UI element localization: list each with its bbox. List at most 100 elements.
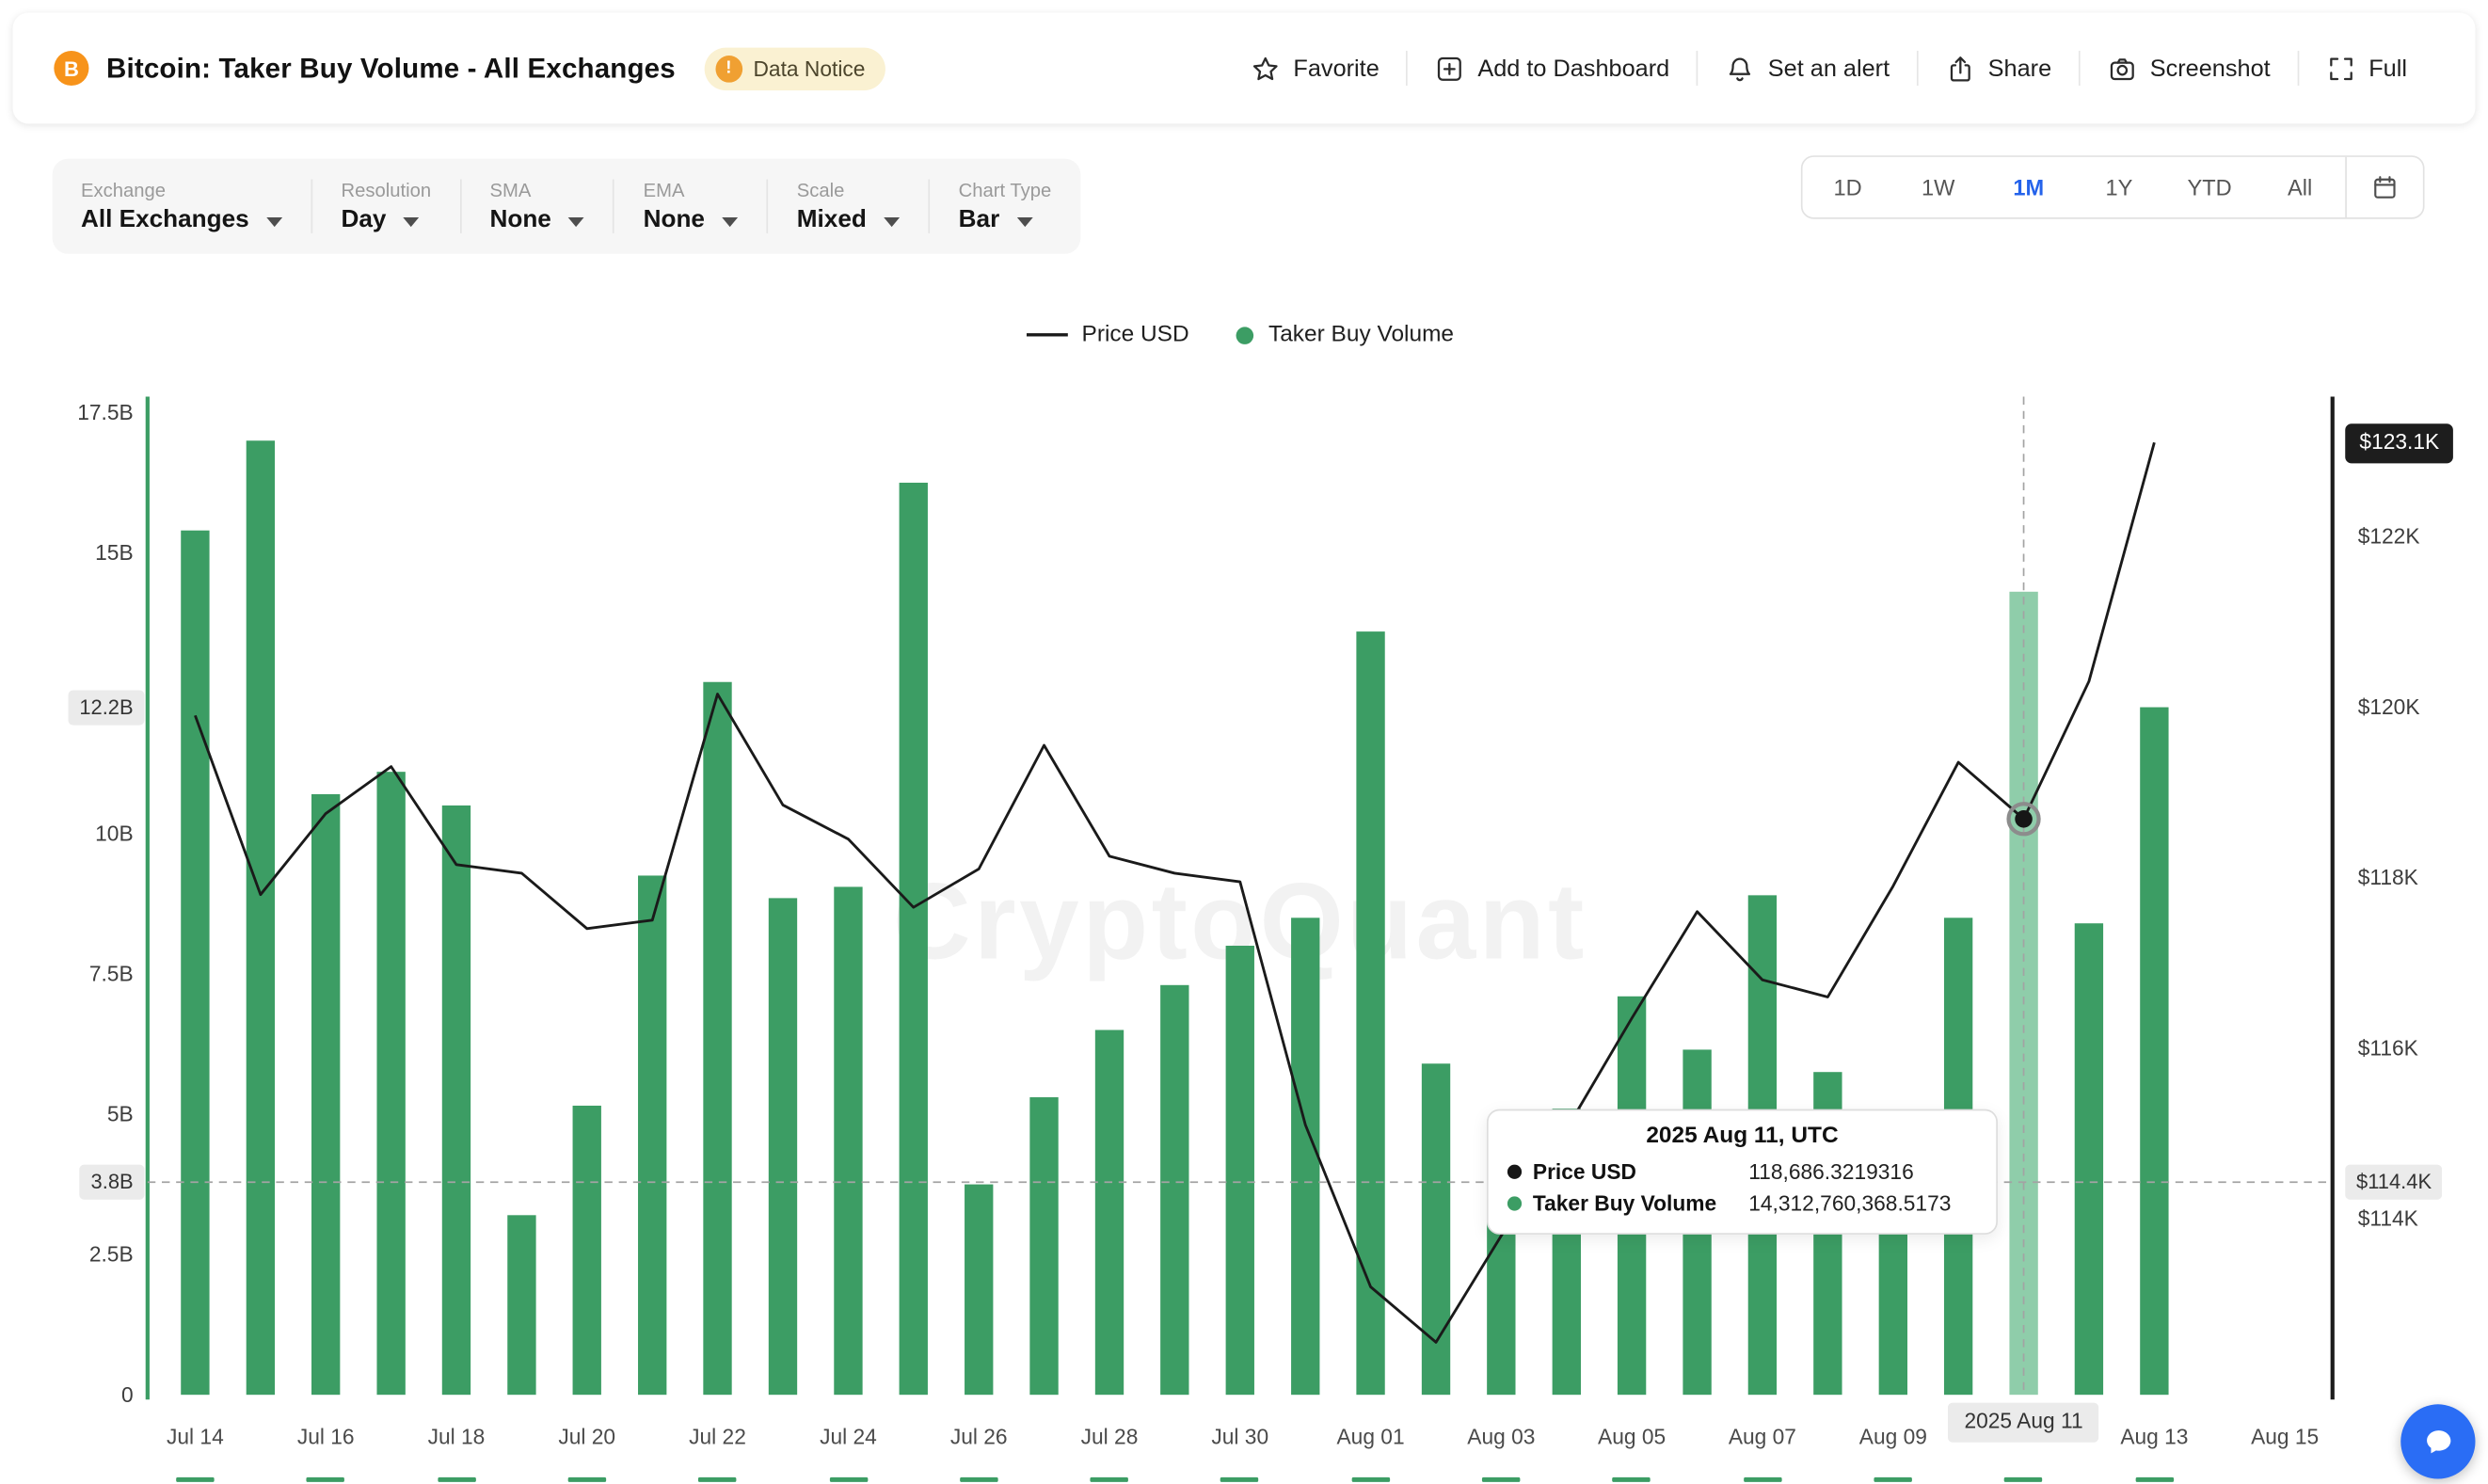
date-crosshair-badge: 2025 Aug 11 bbox=[1949, 1403, 2099, 1443]
full-screen-button[interactable]: Full bbox=[2299, 53, 2434, 83]
x-axis-tick-label: Aug 07 bbox=[1729, 1424, 1796, 1448]
legend-price-label: Price USD bbox=[1082, 322, 1189, 347]
chat-button[interactable] bbox=[2400, 1404, 2475, 1478]
screenshot-button[interactable]: Screenshot bbox=[2081, 53, 2298, 83]
volume-bar[interactable] bbox=[703, 682, 731, 1395]
range-button-all[interactable]: All bbox=[2255, 157, 2345, 217]
volume-bar[interactable] bbox=[181, 531, 209, 1395]
x-axis-tick-label: Aug 15 bbox=[2251, 1424, 2319, 1448]
scale-dropdown-value: Mixed bbox=[797, 205, 867, 233]
navigator-bar bbox=[698, 1477, 736, 1482]
tooltip-timezone: , UTC bbox=[1778, 1124, 1839, 1149]
x-axis-tick-label: Jul 16 bbox=[297, 1424, 355, 1448]
share-icon bbox=[1945, 53, 1975, 83]
sma-dropdown-value: None bbox=[489, 205, 550, 233]
set-alert-button[interactable]: Set an alert bbox=[1699, 53, 1917, 83]
left-axis-tick-label: 10B bbox=[95, 821, 133, 845]
range-button-1y[interactable]: 1Y bbox=[2074, 157, 2164, 217]
volume-bar[interactable] bbox=[311, 794, 340, 1395]
volume-bar[interactable] bbox=[2140, 708, 2168, 1396]
volume-bar[interactable] bbox=[507, 1215, 535, 1395]
volume-bar[interactable] bbox=[1095, 1030, 1124, 1396]
legend-item-volume[interactable]: Taker Buy Volume bbox=[1236, 322, 1454, 347]
volume-bar[interactable] bbox=[1422, 1063, 1450, 1395]
chart-type-dropdown[interactable]: Chart Type Bar bbox=[930, 179, 1079, 234]
ema-dropdown-label: EMA bbox=[644, 179, 739, 201]
favorite-button[interactable]: Favorite bbox=[1223, 53, 1406, 83]
set-alert-label: Set an alert bbox=[1768, 55, 1890, 82]
navigator-bar bbox=[1874, 1477, 1912, 1482]
legend-item-price[interactable]: Price USD bbox=[1027, 322, 1189, 347]
sma-dropdown[interactable]: SMA None bbox=[461, 179, 613, 234]
volume-bar[interactable] bbox=[2075, 923, 2103, 1395]
scale-dropdown[interactable]: Scale Mixed bbox=[768, 179, 928, 234]
left-axis-tick-label: 17.5B bbox=[77, 400, 133, 424]
price-crosshair-badge: $114.4K bbox=[2345, 1165, 2443, 1201]
navigator-bar bbox=[568, 1477, 606, 1482]
volume-bar[interactable] bbox=[965, 1185, 993, 1396]
right-axis-tick-label: $120K bbox=[2358, 694, 2420, 719]
volume-bar[interactable] bbox=[1291, 918, 1319, 1395]
navigator-bar bbox=[1351, 1477, 1389, 1482]
add-to-dashboard-button[interactable]: Add to Dashboard bbox=[1408, 53, 1697, 83]
bitcoin-icon: B bbox=[54, 51, 88, 86]
navigator-bar bbox=[1091, 1477, 1128, 1482]
volume-bar[interactable] bbox=[376, 772, 405, 1395]
tooltip-price-label: Price USD bbox=[1533, 1157, 1636, 1188]
exchange-dropdown-value: All Exchanges bbox=[81, 205, 249, 233]
volume-bar[interactable] bbox=[1226, 946, 1254, 1395]
volume-bar[interactable] bbox=[1160, 985, 1188, 1395]
x-axis-tick-label: Aug 09 bbox=[1859, 1424, 1927, 1448]
chart-navigator[interactable] bbox=[0, 1474, 2488, 1483]
tooltip-volume-row: Taker Buy Volume 14,312,760,368.5173 bbox=[1507, 1188, 1977, 1219]
calendar-icon bbox=[2370, 173, 2399, 201]
left-axis-tick-label: 15B bbox=[95, 540, 133, 565]
chart-controls: Exchange All Exchanges Resolution Day SM… bbox=[53, 159, 1080, 254]
price-last-value-badge: $123.1K bbox=[2345, 423, 2453, 463]
volume-bar[interactable] bbox=[834, 886, 862, 1395]
volume-bar[interactable] bbox=[1029, 1097, 1058, 1395]
left-axis-tick-label: 5B bbox=[107, 1102, 134, 1126]
exchange-dropdown-label: Exchange bbox=[81, 179, 282, 201]
warning-icon: ! bbox=[715, 55, 742, 82]
time-range-buttons: 1D1W1M1YYTDAll bbox=[1803, 157, 2346, 217]
x-axis-tick-label: Aug 05 bbox=[1598, 1424, 1666, 1448]
volume-bar[interactable] bbox=[638, 875, 666, 1395]
share-button[interactable]: Share bbox=[1918, 53, 2078, 83]
volume-bar[interactable] bbox=[247, 440, 275, 1395]
range-button-1w[interactable]: 1W bbox=[1893, 157, 1984, 217]
dot-sample-icon bbox=[1236, 327, 1254, 344]
volume-bar[interactable] bbox=[573, 1106, 601, 1395]
bell-icon bbox=[1725, 53, 1755, 83]
volume-bar[interactable] bbox=[442, 806, 470, 1395]
range-button-ytd[interactable]: YTD bbox=[2164, 157, 2255, 217]
volume-bar[interactable] bbox=[1356, 631, 1384, 1395]
cryptoquant-app: B Bitcoin: Taker Buy Volume - All Exchan… bbox=[0, 0, 2488, 1484]
title-group: B Bitcoin: Taker Buy Volume - All Exchan… bbox=[54, 47, 885, 90]
screenshot-label: Screenshot bbox=[2150, 55, 2271, 82]
tooltip-price-row: Price USD 118,686.3219316 bbox=[1507, 1157, 1977, 1188]
ema-dropdown[interactable]: EMA None bbox=[614, 179, 766, 234]
left-axis-tick-label: 0 bbox=[121, 1382, 134, 1407]
resolution-dropdown-label: Resolution bbox=[341, 179, 431, 201]
navigator-bar bbox=[1744, 1477, 1781, 1482]
x-axis-tick-label: Jul 18 bbox=[428, 1424, 486, 1448]
time-range-selector: 1D1W1M1YYTDAll bbox=[1801, 155, 2425, 218]
navigator-bar bbox=[829, 1477, 867, 1482]
share-label: Share bbox=[1988, 55, 2052, 82]
range-button-1d[interactable]: 1D bbox=[1803, 157, 1893, 217]
volume-bar[interactable] bbox=[900, 483, 928, 1395]
calendar-button[interactable] bbox=[2345, 157, 2423, 217]
chart-type-dropdown-label: Chart Type bbox=[959, 179, 1052, 201]
left-axis-tick-label: 2.5B bbox=[89, 1242, 134, 1267]
exchange-dropdown[interactable]: Exchange All Exchanges bbox=[53, 179, 311, 234]
chart-type-dropdown-value: Bar bbox=[959, 205, 1000, 233]
range-button-1m[interactable]: 1M bbox=[1984, 157, 2074, 217]
chevron-down-icon bbox=[404, 216, 420, 226]
expand-icon bbox=[2326, 53, 2356, 83]
data-notice-badge[interactable]: ! Data Notice bbox=[704, 47, 885, 90]
tooltip-volume-value: 14,312,760,368.5173 bbox=[1748, 1188, 1951, 1219]
resolution-dropdown[interactable]: Resolution Day bbox=[312, 179, 459, 234]
volume-bar[interactable] bbox=[769, 898, 797, 1395]
chevron-down-icon bbox=[568, 216, 584, 226]
